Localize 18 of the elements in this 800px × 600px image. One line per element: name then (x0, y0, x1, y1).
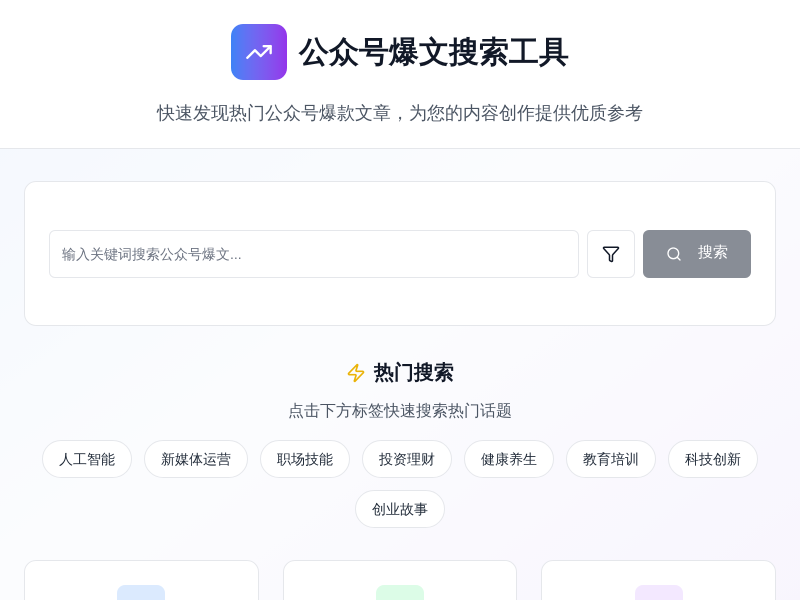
hot-tag[interactable]: 人工智能 (42, 440, 132, 478)
page-subtitle: 快速发现热门公众号爆款文章，为您的内容创作提供优质参考 (157, 102, 643, 125)
hot-tag[interactable]: 投资理财 (362, 440, 452, 478)
page-title: 公众号爆文搜索工具 (299, 34, 569, 70)
hot-tag[interactable]: 创业故事 (355, 490, 445, 528)
filter-button[interactable] (587, 230, 635, 278)
trending-chart-icon (231, 24, 287, 80)
hot-tag[interactable]: 新媒体运营 (144, 440, 248, 478)
hot-tag[interactable]: 职场技能 (260, 440, 350, 478)
hot-search-hint: 点击下方标签快速搜索热门话题 (288, 402, 512, 422)
hot-search-title: 热门搜索 (374, 360, 454, 386)
filter-icon (602, 244, 620, 262)
hot-tag[interactable]: 教育培训 (566, 440, 656, 478)
search-field[interactable]: 输入关键词搜索公众号爆文... (49, 230, 579, 278)
search-icon (666, 246, 682, 262)
lightning-icon (346, 363, 366, 383)
hot-tag[interactable]: 科技创新 (668, 440, 758, 478)
hot-tag[interactable]: 健康养生 (464, 440, 554, 478)
